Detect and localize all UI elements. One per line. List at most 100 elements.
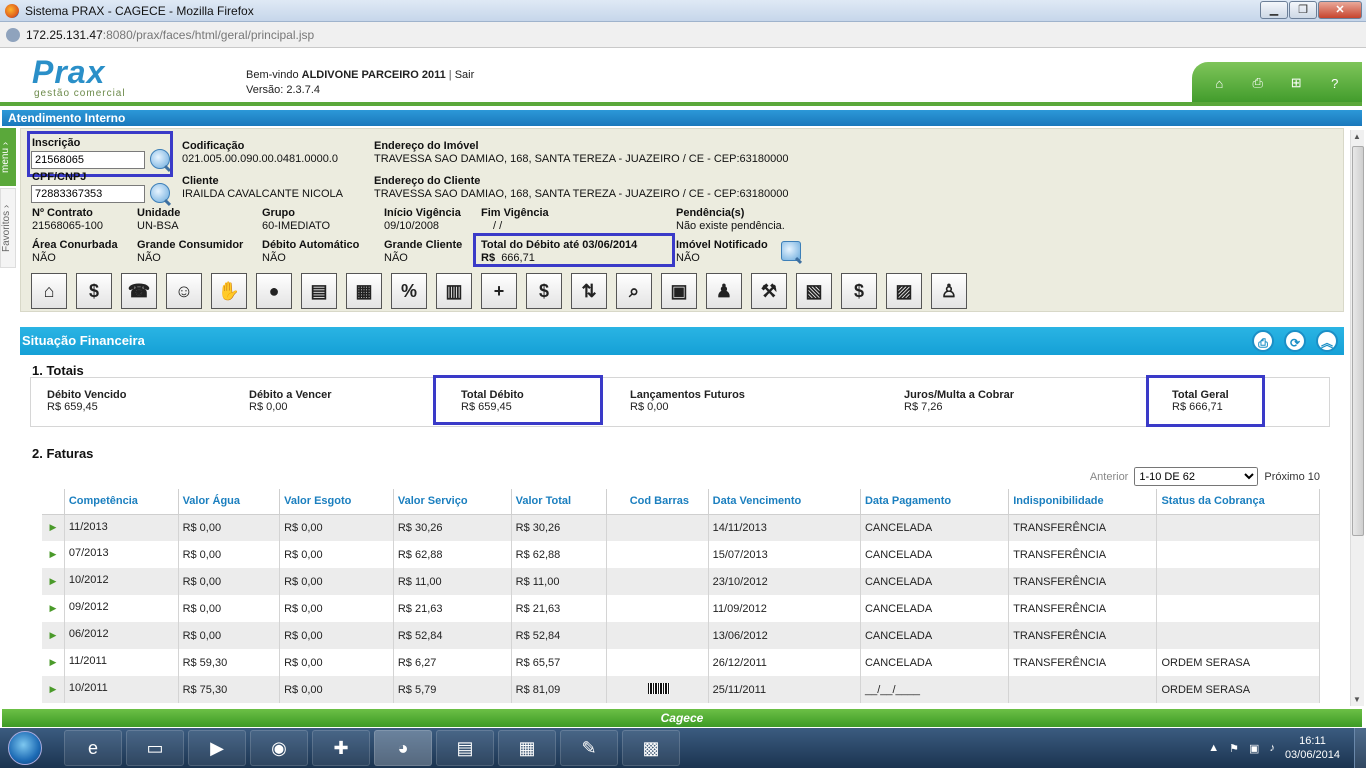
column-header[interactable]: Valor Serviço [393,489,512,515]
table-cell: R$ 0,00 [279,568,394,595]
scroll-thumb[interactable] [1352,146,1364,536]
atendimento-title-bar: Atendimento Interno [2,110,1362,126]
expand-row-icon[interactable]: ▶ [42,622,65,649]
gavel-icon[interactable]: ⚒ [751,273,787,309]
table-cell: R$ 0,00 [279,676,394,703]
vertical-scrollbar[interactable]: ▲ ▼ [1350,130,1364,706]
minimize-button[interactable]: ▁ [1260,1,1288,19]
table-row[interactable]: ▶ 06/2012 R$ 0,00 R$ 0,00 R$ 52,84 R$ 52,84 13… [42,622,1320,649]
pager-next[interactable]: Próximo 10 [1264,471,1320,483]
cash-register-icon[interactable]: ▦ [346,273,382,309]
table-row[interactable]: ▶ 10/2012 R$ 0,00 R$ 0,00 R$ 11,00 R$ 11,00 23… [42,568,1320,595]
table-row[interactable]: ▶ 09/2012 R$ 0,00 R$ 0,00 R$ 21,63 R$ 21,63 11… [42,595,1320,622]
url-text[interactable]: 172.25.131.47:8080/prax/faces/html/geral… [26,28,314,42]
firefox-icon[interactable]: ◕ [374,730,432,766]
coins-icon[interactable]: ● [256,273,292,309]
maximize-button[interactable]: ❐ [1289,1,1317,19]
calculator-icon[interactable]: ▩ [622,730,680,766]
bank-icon[interactable]: ▣ [661,273,697,309]
presentation-icon[interactable]: ▦ [498,730,556,766]
barcode-icon[interactable] [648,682,671,694]
refresh-icon[interactable]: ⟳ [1284,330,1306,352]
documents-icon[interactable]: ▤ [436,730,494,766]
volume-icon[interactable]: ♪ [1269,742,1275,754]
search-cpf-icon[interactable] [150,183,170,203]
show-desktop-button[interactable] [1354,728,1366,768]
scroll-down-icon[interactable]: ▼ [1353,695,1361,704]
column-header[interactable]: Cod Barras [606,489,709,515]
column-header[interactable]: Valor Total [511,489,608,515]
expand-row-icon[interactable]: ▶ [42,568,65,595]
dollar-icon[interactable]: $ [76,273,112,309]
calculator-money-icon[interactable]: ▧ [796,273,832,309]
table-row[interactable]: ▶ 11/2011 R$ 59,30 R$ 0,00 R$ 6,27 R$ 65,57 26… [42,649,1320,676]
expand-row-icon[interactable]: ▶ [42,649,65,676]
table-row[interactable]: ▶ 07/2013 R$ 0,00 R$ 0,00 R$ 62,88 R$ 62,88 15… [42,541,1320,568]
coins-add-icon[interactable]: + [481,273,517,309]
menu-tab[interactable]: menu › [0,128,16,186]
address-bar[interactable]: 172.25.131.47:8080/prax/faces/html/geral… [0,22,1366,48]
prax-logo: Prax gestão comercial [6,54,136,100]
column-header[interactable]: Data Vencimento [708,489,861,515]
pager-prev[interactable]: Anterior [1090,471,1129,483]
scroll-up-icon[interactable]: ▲ [1353,132,1361,141]
users-icon[interactable]: ♟ [706,273,742,309]
house-icon[interactable]: ⌂ [31,273,67,309]
search-document-notificado-icon[interactable] [781,241,801,261]
money-stack-icon[interactable]: ▤ [301,273,337,309]
network-icon[interactable]: ▣ [1249,742,1259,755]
client-info-panel: Inscrição CPF/CNPJ Codificação 021.005.0… [20,128,1344,312]
column-header[interactable]: Data Pagamento [860,489,1010,515]
print-icon[interactable]: ⎙ [1246,75,1270,91]
flag-icon[interactable]: ⚑ [1229,742,1239,755]
favoritos-tab[interactable]: Favoritos › [0,188,16,268]
table-row[interactable]: ▶ 11/2013 R$ 0,00 R$ 0,00 R$ 30,26 R$ 30,26 14… [42,514,1320,541]
column-header[interactable]: Valor Água [178,489,281,515]
phone-icon[interactable]: ☎ [121,273,157,309]
app-red-icon[interactable]: ✚ [312,730,370,766]
search-document-icon[interactable]: ⌕ [616,273,652,309]
table-cell: R$ 62,88 [393,541,512,568]
column-header[interactable]: Status da Cobrança [1156,489,1320,515]
logout-link[interactable]: Sair [455,69,475,81]
expand-row-icon[interactable]: ▶ [42,514,65,541]
dollar-sign-blue-icon[interactable]: $ [841,273,877,309]
media-player-icon[interactable]: ▶ [188,730,246,766]
column-header[interactable]: Competência [64,489,179,515]
clock[interactable]: 16:11 03/06/2014 [1285,734,1340,762]
table-cell: CANCELADA [860,568,1010,595]
document-icon[interactable]: ▥ [436,273,472,309]
handshake-icon[interactable]: ✋ [211,273,247,309]
smiley-headset-icon[interactable]: ☺ [166,273,202,309]
percent-icon[interactable]: % [391,273,427,309]
chart-money-icon[interactable]: ▨ [886,273,922,309]
print-icon[interactable]: ⎙ [1252,330,1274,352]
expand-column-header [42,489,65,515]
sitemap-icon[interactable]: ⊞ [1284,75,1308,91]
notepad-icon[interactable]: ✎ [560,730,618,766]
table-cell: 11/2013 [64,514,179,541]
pager-select[interactable]: 1-10 DE 62 [1134,467,1259,486]
cpf-input[interactable] [31,185,145,203]
money-bag-icon[interactable]: $ [526,273,562,309]
start-button[interactable] [0,729,50,767]
column-header[interactable]: Indisponibilidade [1008,489,1158,515]
table-row[interactable]: ▶ 10/2011 R$ 75,30 R$ 0,00 R$ 5,79 R$ 81,09 25… [42,676,1320,703]
collapse-icon[interactable]: ︽ [1316,330,1338,352]
home-icon[interactable]: ⌂ [1207,76,1231,91]
version-label: Versão: [246,84,284,96]
help-icon[interactable]: ? [1323,76,1347,91]
ie-icon[interactable]: e [64,730,122,766]
tray-expand-icon[interactable]: ▲ [1208,742,1219,754]
person-money-icon[interactable]: ♙ [931,273,967,309]
expand-row-icon[interactable]: ▶ [42,541,65,568]
expand-row-icon[interactable]: ▶ [42,595,65,622]
action-icon-row: ⌂ $ ☎ ☺ ✋ ● ▤ ▦% ▥ + $ ⇅ ⌕ ▣ ♟ ⚒ ▧ $ ▨ ♙ [31,273,976,311]
expand-row-icon[interactable]: ▶ [42,676,65,703]
close-button[interactable]: ✕ [1318,1,1362,19]
transfer-arrows-icon[interactable]: ⇅ [571,273,607,309]
column-header[interactable]: Valor Esgoto [279,489,394,515]
chrome-icon[interactable]: ◉ [250,730,308,766]
explorer-icon[interactable]: ▭ [126,730,184,766]
table-cell: R$ 62,88 [511,541,608,568]
